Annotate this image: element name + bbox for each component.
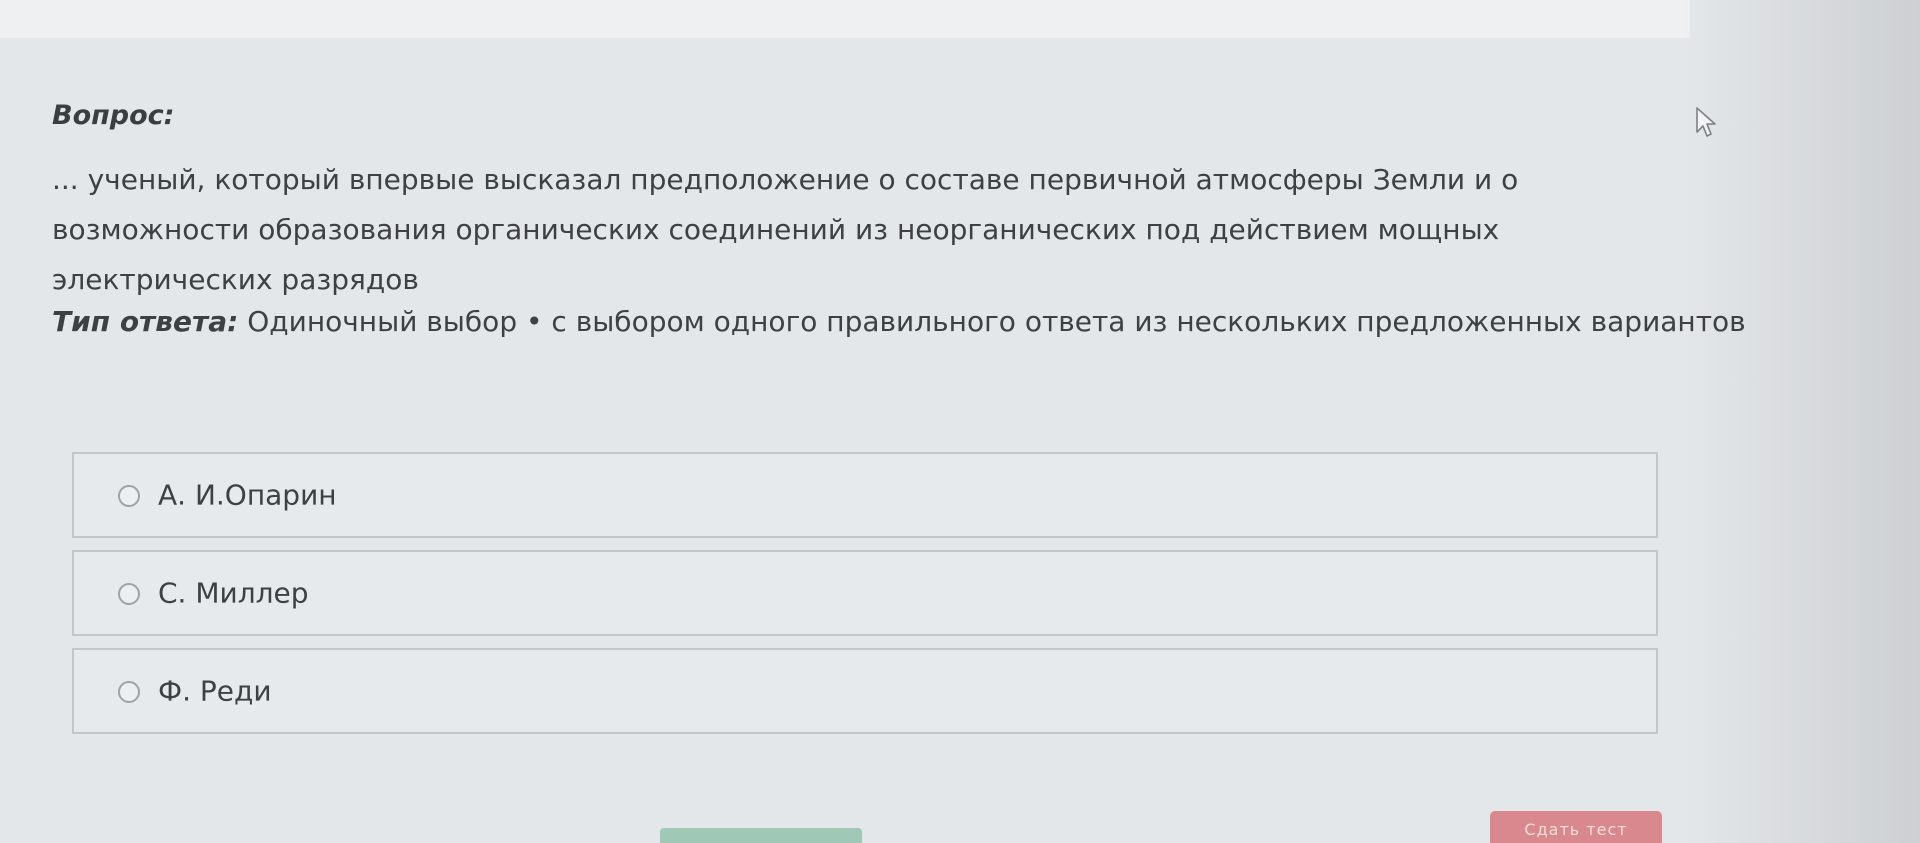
mouse-pointer-icon: [1696, 107, 1716, 137]
page-top-strip: [0, 0, 1690, 38]
radio-empty-icon[interactable]: [118, 583, 140, 605]
radio-empty-icon[interactable]: [118, 681, 140, 703]
answer-option-text: С. Миллер: [158, 576, 309, 610]
answer-option-a[interactable]: А. И.Опарин: [72, 452, 1658, 538]
answer-option-c[interactable]: Ф. Реди: [72, 648, 1658, 734]
answer-option-text: Ф. Реди: [158, 674, 272, 708]
answer-option-b[interactable]: С. Миллер: [72, 550, 1658, 636]
answer-type-value: Одиночный выбор • с выбором одного прави…: [247, 305, 1746, 338]
secondary-button[interactable]: [660, 828, 862, 843]
question-label: Вопрос:: [52, 100, 175, 131]
question-text: ... ученый, который впервые высказал пре…: [52, 163, 1519, 296]
answer-option-text: А. И.Опарин: [158, 478, 337, 512]
answer-type: Тип ответа: Одиночный выбор • с выбором …: [52, 305, 1746, 338]
radio-empty-icon[interactable]: [118, 485, 140, 507]
submit-test-button[interactable]: Сдать тест: [1490, 811, 1662, 843]
answer-type-label: Тип ответа:: [52, 305, 239, 338]
